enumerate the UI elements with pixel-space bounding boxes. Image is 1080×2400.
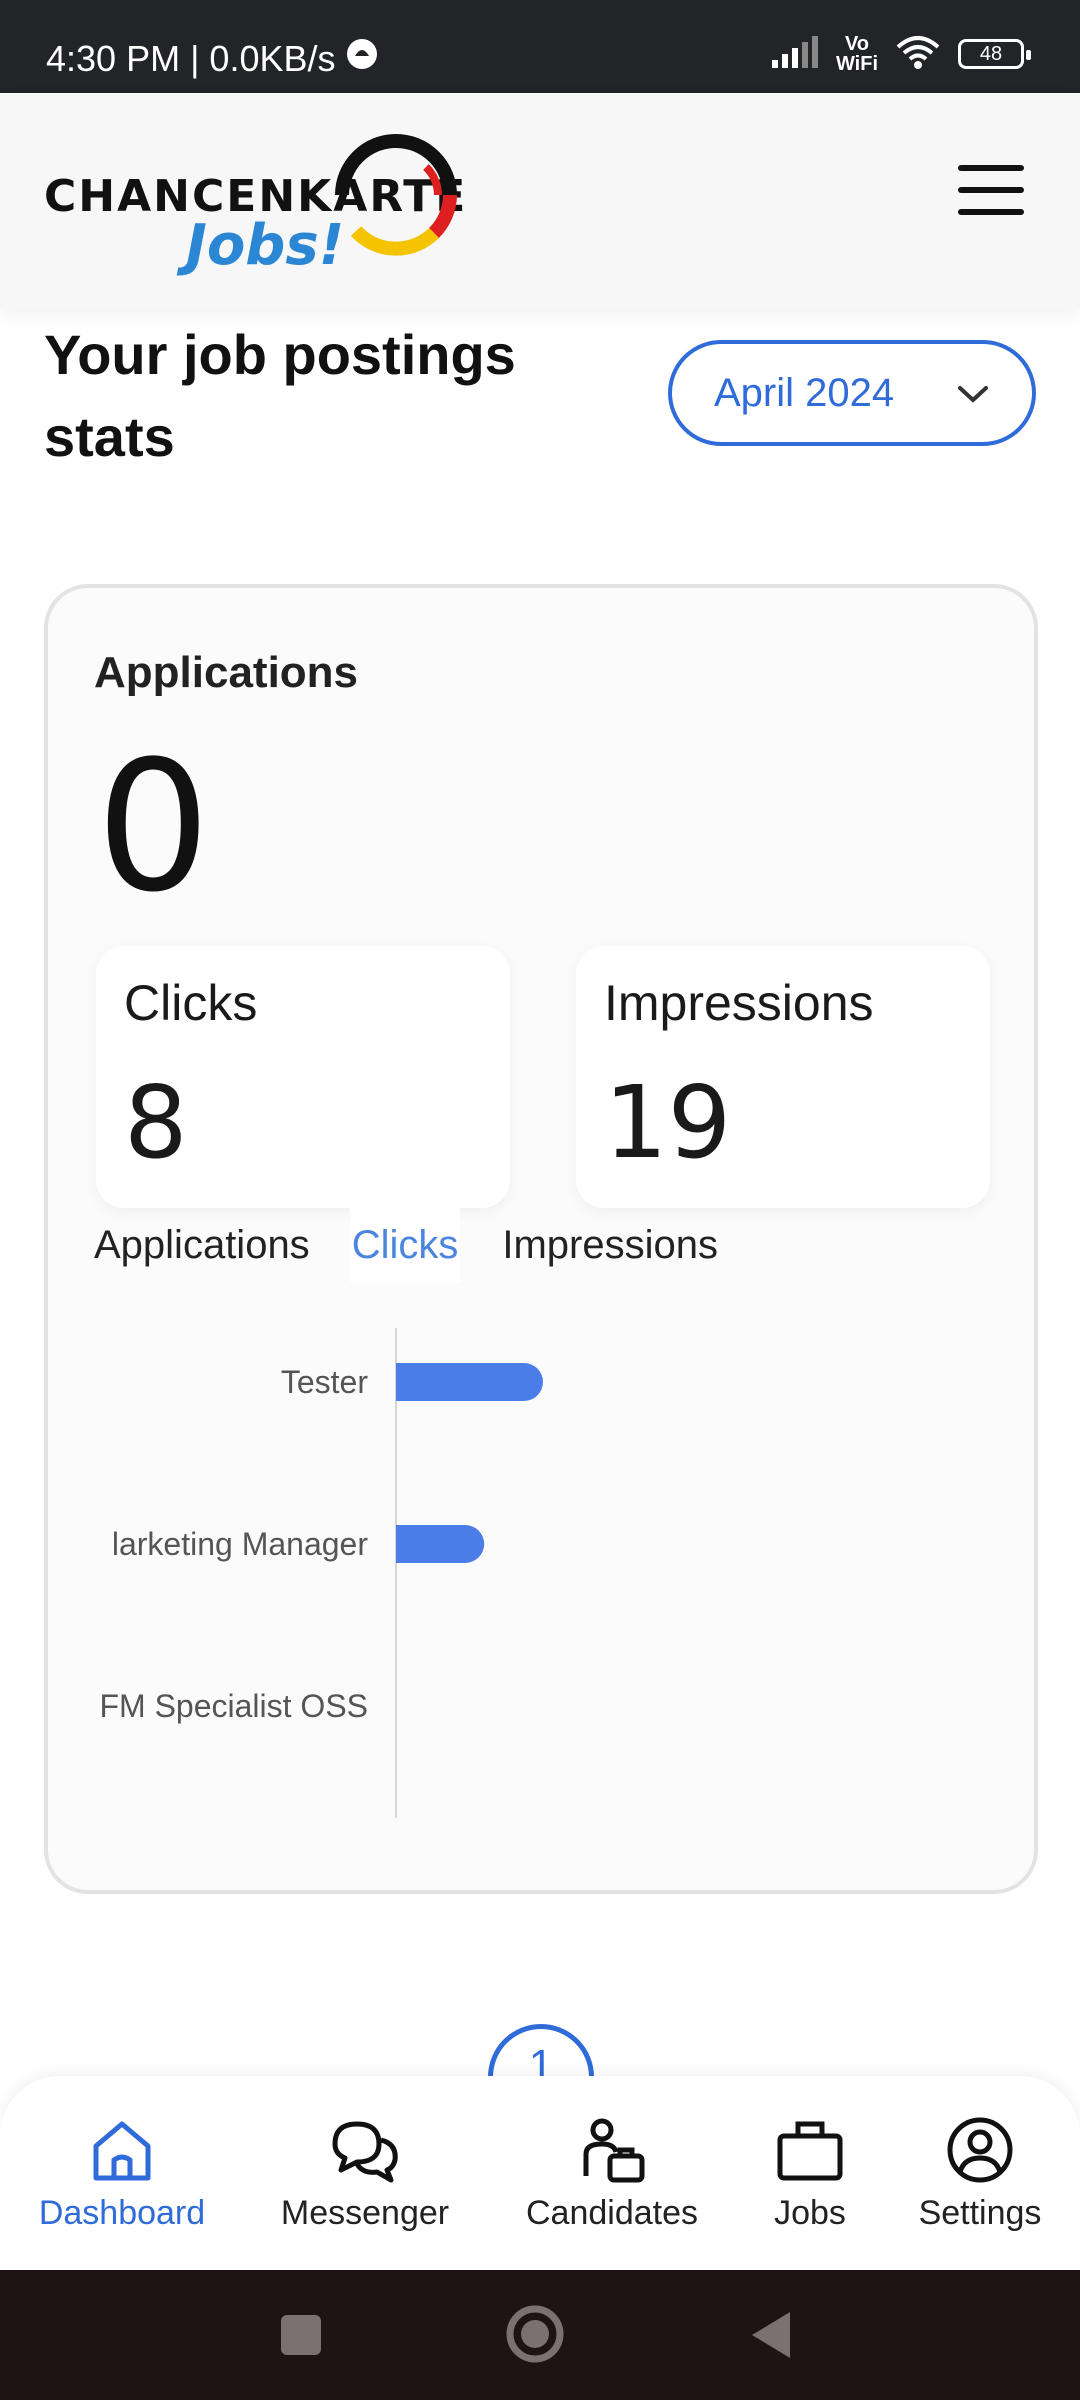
chevron-down-icon (958, 386, 988, 403)
clicks-bar-chart: Tester larketing Manager FM Specialist OSS (99, 1328, 543, 1818)
chart-tabs: Applications Clicks Impressions (94, 1208, 718, 1282)
nav-settings[interactable]: Settings (906, 2116, 1054, 2233)
battery-level: 48 (979, 42, 1003, 65)
vowifi-top: Vo (844, 33, 870, 55)
chart-bar-base (396, 1525, 434, 1563)
status-time: 4:30 PM | 0.0KB/s (46, 36, 380, 81)
menu-icon[interactable] (958, 165, 1024, 215)
user-circle-icon (947, 2117, 1013, 2183)
nav-dashboard-label: Dashboard (38, 2194, 206, 2232)
tab-applications[interactable]: Applications (94, 1208, 310, 1282)
bottom-nav: Dashboard Messenger Candidates Jobs Sett… (0, 2076, 1080, 2270)
chart-category-label: Tester (281, 1364, 368, 1400)
nav-settings-label: Settings (918, 2194, 1042, 2232)
vowifi-bottom: WiFi (835, 53, 878, 75)
tab-impressions[interactable]: Impressions (502, 1208, 718, 1282)
tab-clicks[interactable]: Clicks (349, 1208, 461, 1282)
home-button[interactable] (506, 2305, 564, 2363)
status-time-text: 4:30 PM | 0.0KB/s (46, 37, 336, 79)
nav-jobs-label: Jobs (774, 2194, 846, 2232)
notification-icon (344, 36, 380, 81)
candidate-icon (583, 2118, 645, 2183)
clicks-card: Clicks 8 (96, 946, 510, 1208)
month-select-value: April 2024 (714, 370, 895, 415)
logo[interactable]: CHANCENKARTE Jobs! (44, 133, 465, 278)
clicks-label: Clicks (124, 975, 258, 1031)
nav-messenger[interactable]: Messenger (270, 2116, 460, 2233)
briefcase-icon (777, 2121, 843, 2181)
nav-jobs[interactable]: Jobs (760, 2116, 860, 2233)
page-title: Your job postings stats (44, 323, 516, 468)
back-button[interactable] (752, 2312, 790, 2358)
wifi-icon (896, 35, 940, 74)
vowifi-indicator: Vo WiFi (836, 34, 878, 74)
system-nav-bar (0, 2270, 1080, 2400)
signal-icon (770, 35, 818, 73)
nav-candidates-label: Candidates (525, 2194, 698, 2232)
recents-button[interactable] (281, 2315, 321, 2355)
logo-sub: Jobs! (186, 213, 345, 278)
battery-icon: 48 (958, 39, 1031, 69)
applications-value: 0 (96, 723, 211, 932)
status-icons: Vo WiFi 48 (770, 34, 1031, 74)
logo-flag-ring-icon (335, 134, 457, 256)
nav-messenger-label: Messenger (280, 2194, 450, 2232)
nav-candidates[interactable]: Candidates (514, 2116, 710, 2233)
app-header: CHANCENKARTE Jobs! (0, 93, 1080, 309)
home-icon (93, 2121, 151, 2181)
stats-card: Applications 0 Clicks 8 Impressions 19 A… (44, 584, 1038, 1894)
chart-category-label: FM Specialist OSS (99, 1688, 368, 1724)
chart-bar-base (396, 1363, 434, 1401)
impressions-card: Impressions 19 (576, 946, 990, 1208)
month-select[interactable]: April 2024 (668, 340, 1036, 446)
impressions-label: Impressions (604, 975, 874, 1031)
chart-category-label: larketing Manager (112, 1526, 368, 1562)
applications-label: Applications (94, 648, 359, 697)
clicks-value: 8 (124, 1064, 188, 1181)
status-bar: 4:30 PM | 0.0KB/s Vo WiFi 48 (0, 0, 1080, 93)
nav-dashboard[interactable]: Dashboard (34, 2116, 210, 2233)
chat-icon (332, 2121, 398, 2183)
impressions-value: 19 (604, 1064, 732, 1181)
